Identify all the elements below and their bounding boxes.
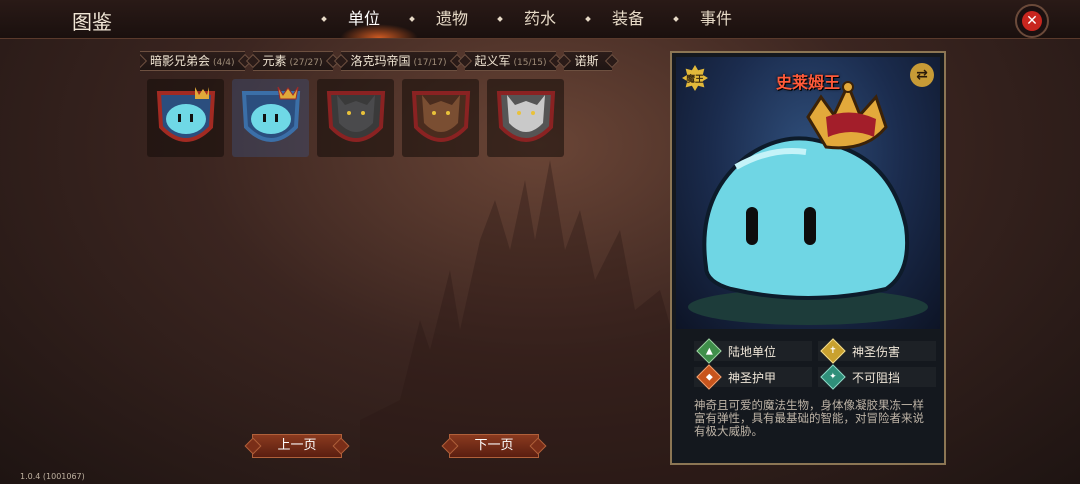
- trait-label: 神圣护甲: [728, 370, 777, 385]
- land-unit-icon: ▲: [696, 338, 722, 364]
- tab-events[interactable]: 事件: [672, 0, 760, 38]
- unit-description: 神奇且可爱的魔法生物，身体像凝胶果冻一样富有弹性，具有最基础的智能，对冒险者来说…: [694, 398, 924, 438]
- trait-label: 陆地单位: [728, 344, 777, 359]
- faction-tab[interactable]: 洛克玛帝国 (17/17): [340, 51, 457, 71]
- werewolf-brown-portrait: [411, 91, 470, 142]
- tab-units[interactable]: 单位: [320, 0, 418, 38]
- unit-detail-panel: 魔王 ⇄ 史莱姆王 ▲ 陆地单位 ✝ 神圣伤害 ◆ 神圣护甲 ✦ 不可阻挡 神奇…: [670, 51, 946, 465]
- trait-item[interactable]: ✝ 神圣伤害: [818, 338, 936, 364]
- unit-card-werewolf-dark[interactable]: [317, 79, 394, 157]
- close-button[interactable]: ✕: [1015, 4, 1049, 38]
- tab-dot: [321, 16, 327, 22]
- faction-count: (27/27): [289, 58, 323, 68]
- unit-card-werewolf-white[interactable]: [487, 79, 564, 157]
- tab-label: 药水: [524, 9, 557, 28]
- trait-item[interactable]: ◆ 神圣护甲: [694, 364, 812, 390]
- close-icon: ✕: [1022, 11, 1042, 31]
- unit-name: 史莱姆王: [775, 73, 840, 92]
- prev-page-button[interactable]: 上一页: [252, 434, 342, 458]
- trait-item[interactable]: ✦ 不可阻挡: [818, 364, 936, 390]
- faction-count: (15/15): [513, 58, 547, 68]
- werewolf-white-portrait: [496, 91, 555, 142]
- tab-dot: [497, 16, 503, 22]
- tab-dot: [409, 16, 415, 22]
- tab-label: 单位: [348, 9, 381, 28]
- faction-tab[interactable]: 暗影兄弟会 (4/4): [140, 51, 245, 71]
- faction-name: 元素: [262, 54, 287, 68]
- faction-name: 洛克玛帝国: [350, 54, 411, 68]
- unit-grid: [147, 79, 564, 157]
- unit-card-werewolf-brown[interactable]: [402, 79, 479, 157]
- werewolf-dark-portrait: [326, 91, 385, 142]
- tab-bar: 单位 遗物 药水 装备 事件: [320, 0, 760, 38]
- page-title: 图鉴: [72, 10, 112, 34]
- faction-name: 暗影兄弟会: [150, 54, 211, 68]
- holy-armor-icon: ◆: [696, 364, 722, 390]
- unit-artwork: 魔王 ⇄ 史莱姆王: [676, 57, 940, 329]
- tab-dot: [585, 16, 591, 22]
- slime-king-portrait: [241, 86, 300, 142]
- tab-dot: [673, 16, 679, 22]
- faction-name: 起义军: [474, 54, 511, 68]
- slime-king-artwork: [688, 81, 928, 325]
- faction-count: (17/17): [413, 58, 447, 68]
- tab-equipment[interactable]: 装备: [584, 0, 672, 38]
- next-page-button[interactable]: 下一页: [449, 434, 539, 458]
- unit-card-slime-king-selected[interactable]: [232, 79, 309, 157]
- version-label: 1.0.4 (1001067): [20, 472, 85, 481]
- faction-name: 诺斯: [574, 54, 599, 68]
- unit-card-slime-king[interactable]: [147, 79, 224, 157]
- tab-potions[interactable]: 药水: [496, 0, 584, 38]
- holy-damage-icon: ✝: [820, 338, 846, 364]
- faction-tab[interactable]: 元素 (27/27): [252, 51, 333, 71]
- trait-label: 不可阻挡: [852, 370, 901, 385]
- faction-count: (4/4): [213, 58, 235, 68]
- slime-king-portrait: [156, 87, 215, 142]
- tab-relics[interactable]: 遗物: [408, 0, 496, 38]
- tab-label: 事件: [700, 9, 733, 28]
- top-bar: 图鉴 单位 遗物 药水 装备 事件 ✕: [0, 0, 1080, 39]
- trait-item[interactable]: ▲ 陆地单位: [694, 338, 812, 364]
- unstoppable-icon: ✦: [820, 364, 846, 390]
- tab-label: 遗物: [436, 9, 469, 28]
- faction-filter-row: 暗影兄弟会 (4/4) 元素 (27/27) 洛克玛帝国 (17/17) 起义军 (15…: [140, 51, 660, 71]
- faction-tab[interactable]: 诺斯: [564, 51, 612, 71]
- faction-tab[interactable]: 起义军 (15/15): [464, 51, 557, 71]
- trait-list: ▲ 陆地单位 ✝ 神圣伤害 ◆ 神圣护甲 ✦ 不可阻挡: [694, 338, 936, 390]
- trait-label: 神圣伤害: [852, 344, 901, 359]
- tab-label: 装备: [612, 9, 645, 28]
